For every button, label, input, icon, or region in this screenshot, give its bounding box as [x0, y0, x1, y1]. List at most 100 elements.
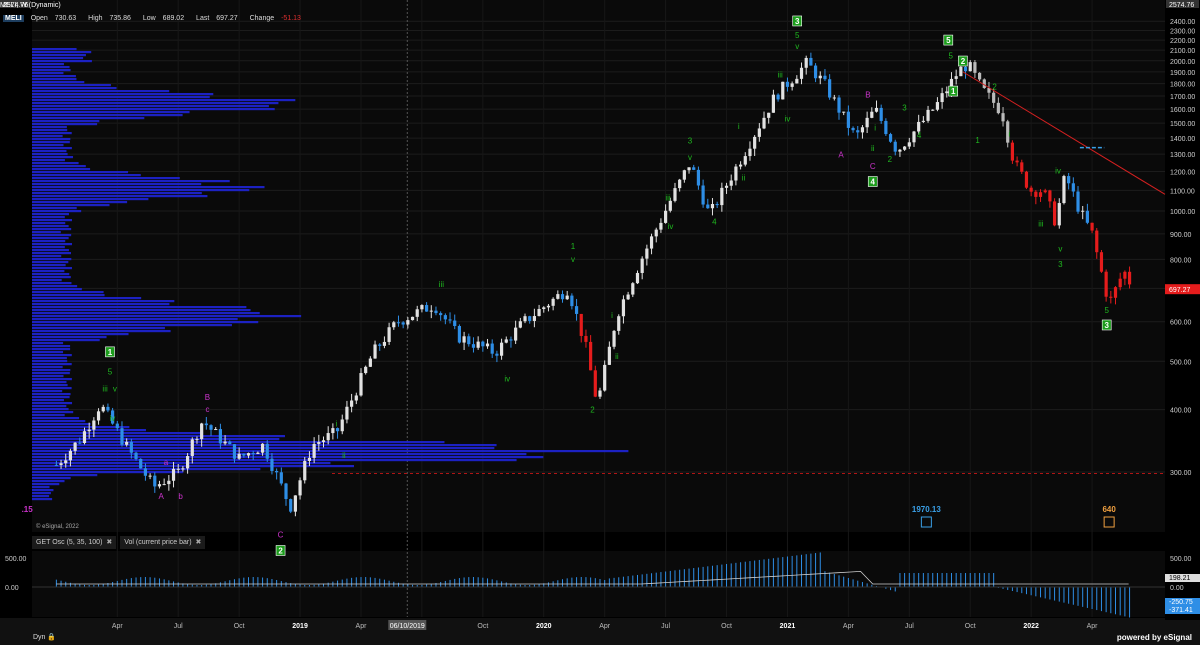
tab-volume[interactable]: Vol (current price bar) ✖	[120, 536, 206, 549]
y-tick-label: 900.00	[1170, 232, 1192, 239]
candle-body	[518, 321, 522, 328]
volume-profile-bar	[32, 66, 70, 69]
candle-body	[940, 93, 944, 103]
volume-profile-bar	[32, 333, 129, 336]
volume-profile-bar	[32, 162, 79, 165]
candle-body	[256, 452, 260, 454]
candle-body	[682, 170, 686, 180]
volume-profile-bar	[32, 342, 64, 345]
y-tick-label: 1000.00	[1170, 209, 1195, 216]
candle-body	[289, 499, 293, 512]
wave-label: 2	[961, 57, 966, 66]
candle-body	[935, 102, 940, 110]
volume-profile-bar	[32, 363, 72, 366]
y-tick-label: 2400.00	[1170, 19, 1195, 26]
candle-body	[115, 423, 119, 429]
volume-profile-bar	[32, 324, 232, 327]
candle-body	[368, 358, 372, 367]
candle-body	[903, 146, 907, 150]
x-tick-label: Jul	[661, 623, 670, 630]
volume-profile-bar	[32, 117, 145, 120]
volume-profile-bar	[32, 372, 70, 375]
close-icon[interactable]: ✖	[106, 539, 112, 546]
candle-body	[92, 420, 96, 430]
volume-profile-bar	[32, 144, 64, 147]
candle-body	[439, 313, 443, 316]
candle-body	[167, 480, 171, 485]
wave-label: 2	[888, 155, 893, 164]
ohlc-readout: MELI Open 730.63 High 735.86 Low 689.02 …	[3, 13, 311, 24]
candle-body	[504, 339, 508, 343]
candle-body	[664, 210, 668, 223]
y-tick-label: 2100.00	[1170, 48, 1195, 55]
candle-body	[1010, 142, 1015, 161]
volume-profile-bar	[32, 339, 100, 342]
candle-body	[209, 425, 213, 430]
candle-body	[748, 148, 752, 157]
tab-get-osc[interactable]: GET Osc (5, 35, 100) ✖	[32, 536, 117, 549]
candle-body	[246, 453, 251, 456]
candle-body	[326, 433, 330, 441]
candle-body	[1057, 203, 1061, 226]
candle-body	[617, 316, 621, 331]
candle-body	[931, 109, 935, 111]
candle-body	[293, 495, 297, 512]
dynamic-toggle[interactable]: Dyn 🔒	[33, 633, 56, 641]
y-tick-label: 300.00	[1170, 470, 1192, 477]
volume-profile-bar	[32, 390, 63, 393]
low-value: 689.02	[162, 15, 185, 22]
candle-body	[809, 57, 813, 66]
x-tick-label: Jul	[905, 623, 914, 630]
open-label: Open	[30, 15, 48, 22]
volume-profile-bar	[32, 201, 128, 204]
candle-body	[785, 81, 790, 87]
y-tick-label: 1600.00	[1170, 107, 1195, 114]
candle-body	[528, 316, 532, 321]
candle-body	[157, 484, 162, 487]
candle-body	[724, 185, 729, 188]
candle-body	[453, 320, 457, 327]
wave-label: v	[688, 153, 692, 162]
candle-body	[560, 294, 565, 300]
osc-value: 198.21	[1169, 575, 1191, 582]
ticker-tag[interactable]: MELI	[3, 15, 24, 22]
volume-profile-bar	[32, 414, 65, 417]
volume-profile-bar	[32, 222, 66, 225]
volume-profile-bar	[32, 207, 77, 210]
candle-body	[706, 204, 710, 209]
candle-body	[265, 443, 269, 459]
volume-profile-bar	[32, 258, 72, 261]
volume-profile-bar	[32, 273, 70, 276]
volume-profile-bar	[32, 165, 86, 168]
candle-body	[59, 463, 63, 466]
open-value: 730.63	[54, 15, 77, 22]
x-tick-label: 2020	[536, 623, 552, 630]
volume-profile-bar	[32, 240, 66, 243]
wave-label: 3	[902, 103, 907, 112]
candle-body	[687, 167, 691, 171]
volume-profile-bar	[32, 417, 80, 420]
volume-profile-bar	[32, 174, 141, 177]
candle-body	[1029, 187, 1033, 192]
candle-body	[406, 320, 410, 325]
candle-body	[556, 294, 560, 299]
candle-body	[579, 313, 583, 336]
x-tick-label: 2019	[292, 623, 308, 630]
candle-body	[893, 141, 897, 152]
last-value: 697.27	[216, 15, 238, 22]
volume-profile-bar	[32, 330, 171, 333]
candle-body	[181, 468, 185, 470]
volume-profile-bar	[32, 147, 72, 150]
candle-body	[373, 344, 377, 359]
wave-label: ii	[742, 174, 746, 183]
candle-body	[1043, 190, 1047, 193]
volume-profile-bar	[32, 408, 69, 411]
candle-body	[321, 440, 326, 443]
candle-body	[1113, 287, 1118, 298]
y-tick-label: 1400.00	[1170, 136, 1195, 143]
candle-body	[589, 341, 593, 371]
candle-body	[757, 128, 761, 137]
volume-profile-bar	[32, 255, 62, 258]
volume-profile-bar	[32, 132, 72, 135]
close-icon[interactable]: ✖	[196, 539, 202, 546]
